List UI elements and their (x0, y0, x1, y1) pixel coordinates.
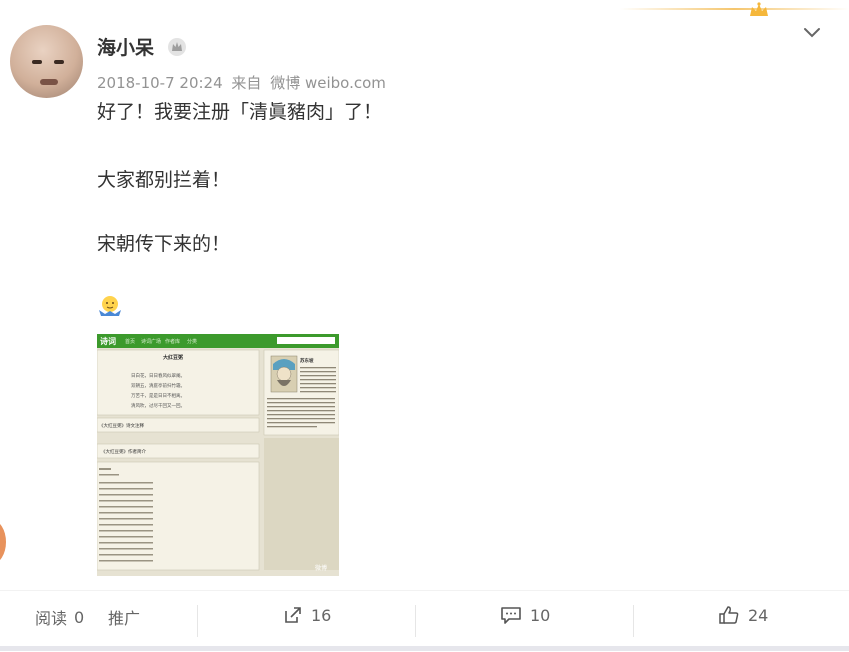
poem-line: 日白花，日日春风似翠阑。 (131, 372, 185, 379)
section-heading: 《大红豆粥》作者简介 (101, 448, 146, 455)
comment-button[interactable]: 10 (500, 605, 550, 625)
thumbs-up-icon (718, 605, 740, 625)
content-line: 好了！我要注册「清眞豬肉」了！ (97, 101, 383, 123)
bottom-scroll-bar (0, 646, 849, 651)
chevron-down-icon[interactable] (803, 25, 821, 39)
comment-icon (500, 605, 522, 625)
post-date[interactable]: 2018-10-7 20:24 (97, 74, 223, 92)
divider (633, 605, 634, 637)
post-image[interactable]: 诗词 首页 诗词广场 作者库 分类 大红豆粥 日白花，日日春风似翠阑。 双朝五，… (97, 334, 339, 576)
post-meta: 2018-10-7 20:24 来自 微博 weibo.com (97, 72, 390, 93)
author-name: 苏东坡 (300, 357, 314, 364)
poem-line: 万苦千，是是日日不相离。 (131, 392, 185, 399)
read-count-value: 0 (74, 607, 85, 627)
divider (415, 605, 416, 637)
nav-item: 首页 (125, 338, 135, 345)
poem-title: 大红豆粥 (163, 354, 183, 361)
nav-item: 诗词广场 (141, 338, 161, 345)
nav-item: 分类 (187, 338, 197, 345)
like-count: 24 (748, 605, 769, 625)
avatar[interactable] (10, 25, 83, 98)
member-badge-icon[interactable] (167, 37, 187, 57)
post-source-prefix: 来自 (231, 74, 262, 92)
image-watermark: 微博 (315, 564, 327, 572)
section-heading: 《大红豆粥》诗文注释 (99, 422, 144, 429)
crown-icon (750, 2, 768, 16)
site-title: 诗词 (100, 336, 116, 346)
side-floating-avatar[interactable] (0, 520, 6, 564)
post-footer: 阅读 0 推广 16 10 24 (0, 590, 849, 652)
poem-line: 清风吹，过尽千回又一回。 (131, 402, 185, 409)
shrug-emoji-icon (99, 296, 121, 316)
like-button[interactable]: 24 (718, 605, 768, 625)
content-line: 宋朝传下来的！ (97, 233, 231, 255)
comment-count: 10 (530, 605, 551, 625)
share-icon (283, 605, 303, 625)
divider (197, 605, 198, 637)
read-label: 阅读 (35, 609, 68, 628)
top-decoration-line (620, 8, 849, 10)
content-line: 大家都别拦着！ (97, 169, 231, 191)
read-count: 阅读 0 (35, 605, 84, 629)
poem-line: 双朝五，清庭亭前扫竹霜。 (131, 382, 185, 389)
share-button[interactable]: 16 (283, 605, 331, 625)
share-count: 16 (311, 605, 332, 625)
promote-label: 推广 (108, 609, 141, 628)
promote-button[interactable]: 推广 (108, 605, 140, 629)
nav-item: 作者库 (165, 338, 180, 345)
username[interactable]: 海小呆 (97, 33, 154, 60)
post-source[interactable]: 微博 weibo.com (270, 74, 386, 92)
